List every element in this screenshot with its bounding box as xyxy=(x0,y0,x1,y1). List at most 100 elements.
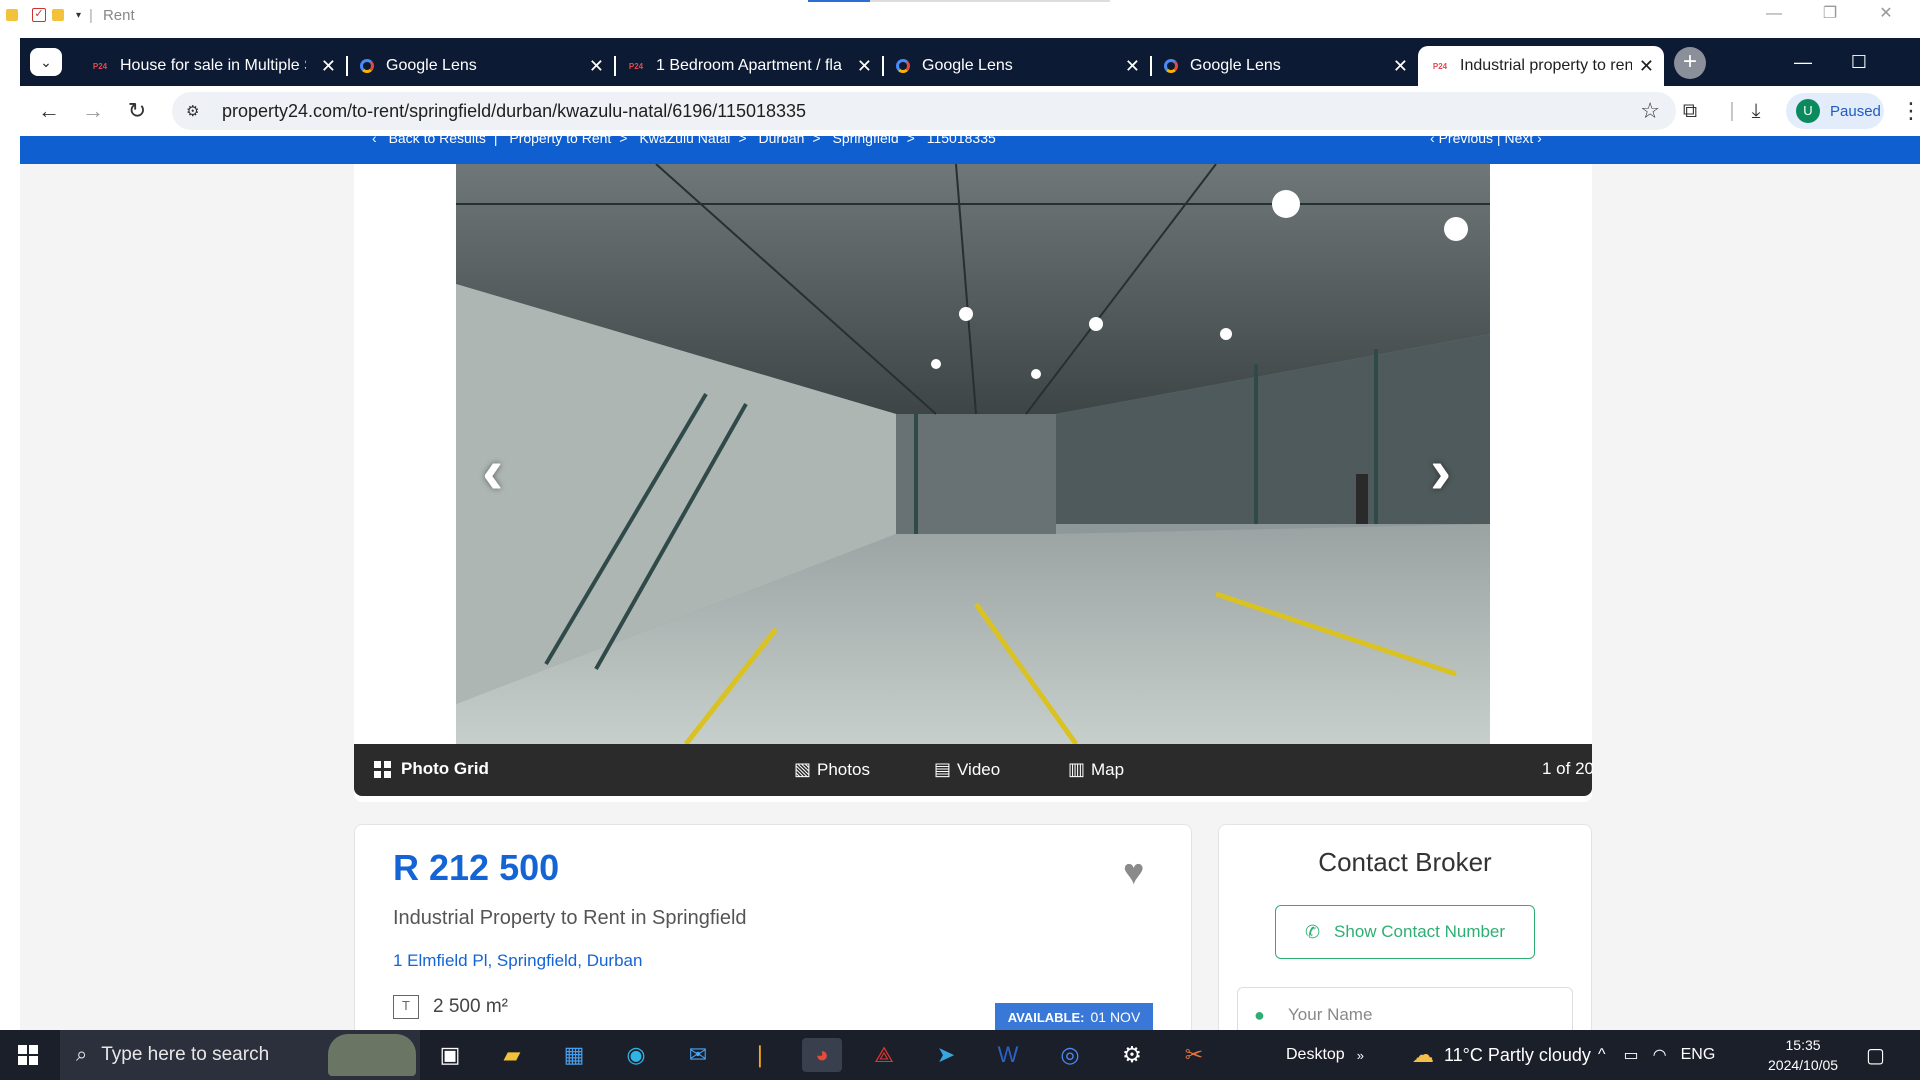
browser-window: ⌄ P24 House for sale in Multiple S ✕ Goo… xyxy=(20,38,1920,1030)
listing-address-link[interactable]: 1 Elmfield Pl, Springfield, Durban xyxy=(393,951,642,971)
your-name-field[interactable]: ● Your Name xyxy=(1237,987,1573,1030)
menu-icon[interactable]: ⋮ xyxy=(1900,98,1920,124)
word-icon[interactable]: W xyxy=(988,1038,1028,1072)
file-explorer-icon[interactable]: ▰ xyxy=(492,1038,532,1072)
microsoft-store-icon[interactable]: ▦ xyxy=(554,1038,594,1072)
gallery-toolbar: Photo Grid ▧ Photos ▤ Video ▥ Map 1 of 2… xyxy=(354,744,1594,796)
breadcrumb-province[interactable]: KwaZulu Natal xyxy=(639,136,730,146)
download-icon[interactable]: ⤓ xyxy=(1742,98,1770,126)
page-content: ‹ Back to Results | Property to Rent > Kwa… xyxy=(20,136,1920,1030)
show-contact-number-button[interactable]: ✆ Show Contact Number xyxy=(1275,905,1535,959)
phone-icon: ✆ xyxy=(1304,921,1321,942)
favourite-heart-icon[interactable]: ♥ xyxy=(1123,851,1144,893)
pinned-app-icon[interactable]: ❘ xyxy=(740,1038,780,1072)
url-text[interactable]: property24.com/to-rent/springfield/durba… xyxy=(222,101,806,122)
maximize-button[interactable]: ☐ xyxy=(1836,46,1882,78)
system-tray: ^ ▭ ◠ ENG xyxy=(1598,1030,1715,1080)
listing-pager: ‹ Previous | Next › xyxy=(1430,136,1542,146)
breadcrumb: ‹ Back to Results | Property to Rent > Kwa… xyxy=(372,136,1004,146)
forward-button[interactable]: → xyxy=(78,96,108,126)
availability-badge: AVAILABLE: 01 NOV xyxy=(995,1003,1153,1030)
next-listing-link[interactable]: Next xyxy=(1504,136,1533,146)
browser-toolbar: ← → ↻ ⚙ property24.com/to-rent/springfie… xyxy=(20,86,1920,136)
scroll-indicator-thumb xyxy=(808,0,870,2)
explorer-minimize-button[interactable]: — xyxy=(1746,0,1802,30)
taskbar-search-box[interactable]: ⌕ Type here to search xyxy=(60,1030,420,1080)
reload-button[interactable]: ↻ xyxy=(122,96,152,126)
notifications-icon[interactable]: ▢ xyxy=(1866,1030,1885,1080)
listing-photo[interactable] xyxy=(456,164,1490,744)
site-settings-icon[interactable]: ⚙ xyxy=(186,102,208,120)
close-tab-icon[interactable]: ✕ xyxy=(1125,56,1140,77)
show-hidden-icons-icon[interactable]: ^ xyxy=(1598,1046,1606,1064)
new-tab-button[interactable]: + xyxy=(1674,47,1706,79)
explorer-restore-button[interactable]: ❐ xyxy=(1802,0,1858,30)
next-photo-arrow-icon[interactable]: › xyxy=(1430,434,1451,508)
weather-widget[interactable]: ☁ 11°C Partly cloudy xyxy=(1412,1030,1591,1080)
windows-start-icon[interactable] xyxy=(18,1045,38,1065)
photos-button[interactable]: ▧ Photos xyxy=(794,759,870,780)
previous-photo-arrow-icon[interactable]: ‹ xyxy=(482,434,503,508)
close-tab-icon[interactable]: ✕ xyxy=(1393,56,1408,77)
tab-label: Google Lens xyxy=(1190,57,1281,74)
previous-chevron-icon: ‹ xyxy=(1430,136,1435,146)
close-tab-icon[interactable]: ✕ xyxy=(857,56,872,77)
tab-label: Google Lens xyxy=(386,57,477,74)
extensions-icon[interactable]: ⧉ xyxy=(1676,98,1704,126)
desktop-toolbar[interactable]: Desktop » xyxy=(1286,1030,1364,1080)
settings-gear-icon[interactable]: ⚙ xyxy=(1112,1038,1152,1072)
tab-bedroom-apartment[interactable]: P24 1 Bedroom Apartment / fla ✕ xyxy=(614,46,884,86)
double-chevron-icon[interactable]: » xyxy=(1357,1048,1364,1063)
bookmark-star-icon[interactable]: ☆ xyxy=(1640,98,1660,124)
floor-area-value: 2 500 m² xyxy=(433,996,508,1017)
telegram-icon[interactable]: ➤ xyxy=(926,1038,966,1072)
close-tab-icon[interactable]: ✕ xyxy=(1639,56,1654,77)
breadcrumb-separator: > xyxy=(619,136,628,146)
properties-check-icon[interactable]: ✓ xyxy=(32,8,46,22)
system-clock[interactable]: 15:35 2024/10/05 xyxy=(1768,1035,1838,1075)
new-folder-icon[interactable] xyxy=(52,9,64,21)
breadcrumb-city[interactable]: Durban xyxy=(759,136,805,146)
battery-icon[interactable]: ▭ xyxy=(1624,1045,1639,1065)
tab-google-lens-1[interactable]: Google Lens ✕ xyxy=(346,46,616,86)
close-tab-icon[interactable]: ✕ xyxy=(589,56,604,77)
availability-label: AVAILABLE: xyxy=(1007,1009,1085,1025)
wifi-icon[interactable]: ◠ xyxy=(1653,1045,1667,1065)
image-icon: ▧ xyxy=(794,759,812,779)
minimize-button[interactable]: — xyxy=(1780,46,1826,78)
photo-gallery: ‹ › Photo Grid ▧ Photos ▤ Video ▥ Map 1 … xyxy=(354,164,1594,802)
language-indicator[interactable]: ENG xyxy=(1681,1046,1716,1064)
photo-grid-button[interactable]: Photo Grid xyxy=(374,759,489,779)
close-tab-icon[interactable]: ✕ xyxy=(321,56,336,77)
breadcrumb-suburb[interactable]: Springfield xyxy=(833,136,899,146)
video-button[interactable]: ▤ Video xyxy=(934,759,1000,780)
tab-strip: ⌄ P24 House for sale in Multiple S ✕ Goo… xyxy=(20,38,1920,86)
task-view-icon[interactable]: ▣ xyxy=(430,1038,470,1072)
address-bar[interactable]: ⚙ property24.com/to-rent/springfield/dur… xyxy=(172,92,1676,130)
next-chevron-icon: › xyxy=(1537,136,1542,146)
previous-listing-link[interactable]: Previous xyxy=(1439,136,1493,146)
explorer-close-button[interactable]: ✕ xyxy=(1858,0,1914,30)
customize-dropdown-icon[interactable]: ▾ xyxy=(76,10,81,21)
tab-industrial-property[interactable]: P24 Industrial property to rent ✕ xyxy=(1418,46,1664,86)
tab-google-lens-3[interactable]: Google Lens ✕ xyxy=(1150,46,1418,86)
tab-house-for-sale[interactable]: P24 House for sale in Multiple S ✕ xyxy=(78,46,348,86)
tab-search-button[interactable]: ⌄ xyxy=(30,48,62,76)
edge-browser-icon[interactable]: ◉ xyxy=(616,1038,656,1072)
partly-cloudy-icon: ☁ xyxy=(1412,1042,1434,1067)
breadcrumb-back-to-results[interactable]: Back to Results xyxy=(389,136,486,146)
folder-icon xyxy=(6,9,18,21)
snipping-tool-icon[interactable]: ✂ xyxy=(1174,1038,1214,1072)
chrome-profile-icon[interactable]: ◕ xyxy=(802,1038,842,1072)
windows-taskbar: ⌕ Type here to search ▣ ▰ ▦ ◉ ✉ ❘ ◕ ⟁ ➤ … xyxy=(0,1030,1920,1080)
profile-button[interactable]: U Paused xyxy=(1786,93,1884,129)
breadcrumb-property-to-rent[interactable]: Property to Rent xyxy=(509,136,611,146)
acrobat-icon[interactable]: ⟁ xyxy=(864,1038,904,1072)
back-button[interactable]: ← xyxy=(34,96,64,126)
breadcrumb-separator: > xyxy=(906,136,915,146)
chevron-down-icon: ⌄ xyxy=(40,53,52,70)
chrome-icon[interactable]: ◎ xyxy=(1050,1038,1090,1072)
mail-icon[interactable]: ✉ xyxy=(678,1038,718,1072)
map-button[interactable]: ▥ Map xyxy=(1068,759,1124,780)
tab-google-lens-2[interactable]: Google Lens ✕ xyxy=(882,46,1152,86)
